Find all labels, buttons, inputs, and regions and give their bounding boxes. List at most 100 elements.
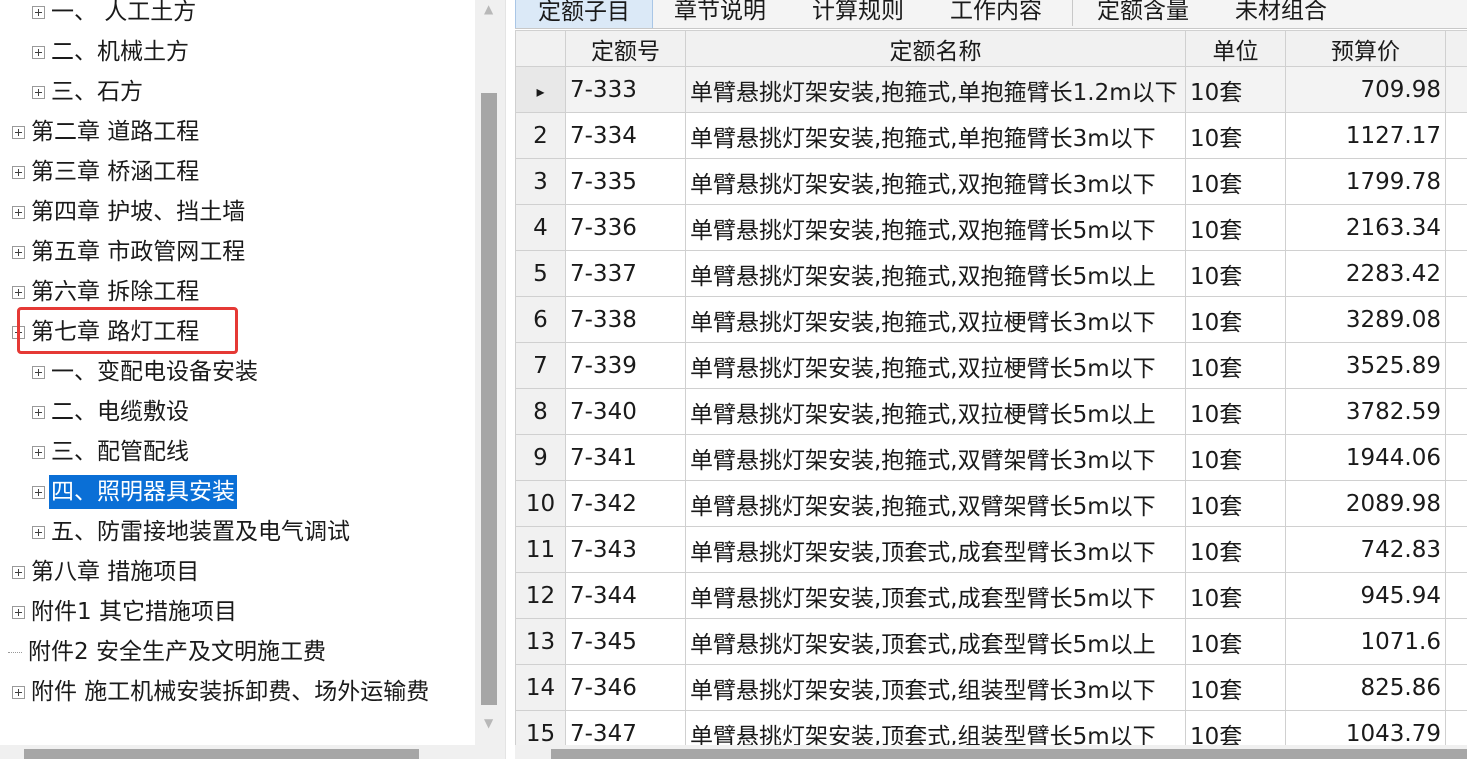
quota-code-cell[interactable]: 7-344 bbox=[565, 572, 686, 619]
tree-item[interactable]: 第四章 护坡、挡土墙 bbox=[12, 192, 247, 232]
tree-item[interactable]: 一、变配电设备安装 bbox=[32, 352, 260, 392]
quota-code-cell[interactable]: 7-343 bbox=[565, 526, 686, 573]
expand-icon[interactable] bbox=[32, 525, 45, 539]
tree-item[interactable]: 二、机械土方 bbox=[32, 32, 191, 72]
quota-code-cell[interactable]: 7-338 bbox=[565, 296, 686, 343]
table-row[interactable]: 3 7-335 单臂悬挑灯架安装,抱箍式,双抱箍臂长3m以下 10套 1799.78 bbox=[515, 158, 1467, 205]
quota-name-cell[interactable]: 单臂悬挑灯架安装,顶套式,组装型臂长5m以下 bbox=[685, 710, 1186, 745]
tree-item[interactable]: 二、电缆敷设 bbox=[32, 392, 191, 432]
price-cell[interactable]: 3782.59 bbox=[1285, 388, 1446, 435]
unit-cell[interactable]: 10套 bbox=[1185, 480, 1286, 527]
expand-icon[interactable] bbox=[12, 285, 25, 299]
table-hscroll-thumb[interactable] bbox=[551, 749, 1467, 759]
tree-scroll-thumb[interactable] bbox=[481, 93, 497, 705]
expand-icon[interactable] bbox=[32, 445, 45, 459]
tree-item[interactable]: 附件1 其它措施项目 bbox=[12, 592, 239, 632]
quota-code-cell[interactable]: 7-341 bbox=[565, 434, 686, 481]
price-cell[interactable]: 2283.42 bbox=[1285, 250, 1446, 297]
price-cell[interactable]: 1944.06 bbox=[1285, 434, 1446, 481]
expand-icon[interactable] bbox=[12, 125, 25, 139]
expand-icon[interactable] bbox=[12, 565, 25, 579]
tree-vertical-scrollbar[interactable]: ▲ ▼ bbox=[475, 0, 505, 745]
table-row[interactable]: 10 7-342 单臂悬挑灯架安装,抱箍式,双臂架臂长5m以下 10套 2089.98 bbox=[515, 480, 1467, 527]
quota-name-cell[interactable]: 单臂悬挑灯架安装,抱箍式,双抱箍臂长5m以上 bbox=[685, 250, 1186, 297]
expand-icon[interactable] bbox=[12, 605, 25, 619]
unit-cell[interactable]: 10套 bbox=[1185, 572, 1286, 619]
expand-icon[interactable] bbox=[12, 685, 25, 699]
quota-name-cell[interactable]: 单臂悬挑灯架安装,抱箍式,双拉梗臂长3m以下 bbox=[685, 296, 1186, 343]
col-header-code[interactable]: 定额号 bbox=[565, 30, 686, 67]
quota-table[interactable]: 定额号 定额名称 单位 预算价 ▸ 7-333 单臂悬挑灯架安装,抱箍式,单抱箍臂长… bbox=[515, 30, 1467, 745]
tree-item[interactable]: 第三章 桥涵工程 bbox=[12, 152, 201, 192]
expand-icon[interactable] bbox=[12, 205, 25, 219]
price-cell[interactable]: 1127.17 bbox=[1285, 112, 1446, 159]
tree-horizontal-scrollbar[interactable] bbox=[0, 745, 505, 759]
price-cell[interactable]: 1043.79 bbox=[1285, 710, 1446, 745]
unit-cell[interactable]: 10套 bbox=[1185, 710, 1286, 745]
price-cell[interactable]: 2089.98 bbox=[1285, 480, 1446, 527]
table-row[interactable]: 13 7-345 单臂悬挑灯架安装,顶套式,成套型臂长5m以上 10套 1071.6 bbox=[515, 618, 1467, 665]
unit-cell[interactable]: 10套 bbox=[1185, 204, 1286, 251]
table-row[interactable]: 4 7-336 单臂悬挑灯架安装,抱箍式,双抱箍臂长5m以下 10套 2163.34 bbox=[515, 204, 1467, 251]
price-cell[interactable]: 1071.6 bbox=[1285, 618, 1446, 665]
quota-name-cell[interactable]: 单臂悬挑灯架安装,抱箍式,双抱箍臂长3m以下 bbox=[685, 158, 1186, 205]
unit-cell[interactable]: 10套 bbox=[1185, 112, 1286, 159]
tree-item[interactable]: 三、石方 bbox=[32, 72, 145, 112]
expand-icon[interactable] bbox=[12, 165, 25, 179]
quota-code-cell[interactable]: 7-346 bbox=[565, 664, 686, 711]
quota-name-cell[interactable]: 单臂悬挑灯架安装,抱箍式,单抱箍臂长3m以下 bbox=[685, 112, 1186, 159]
row-number[interactable]: 3 bbox=[515, 158, 566, 205]
quota-name-cell[interactable]: 单臂悬挑灯架安装,抱箍式,双拉梗臂长5m以下 bbox=[685, 342, 1186, 389]
collapse-icon[interactable] bbox=[12, 325, 25, 339]
scroll-up-icon[interactable]: ▲ bbox=[484, 2, 493, 16]
tree-item[interactable]: 第八章 措施项目 bbox=[12, 552, 201, 592]
tree-item[interactable]: 附件2 安全生产及文明施工费 bbox=[8, 632, 328, 672]
row-number[interactable]: ▸ bbox=[515, 66, 566, 113]
unit-cell[interactable]: 10套 bbox=[1185, 526, 1286, 573]
quota-code-cell[interactable]: 7-345 bbox=[565, 618, 686, 665]
quota-name-cell[interactable]: 单臂悬挑灯架安装,抱箍式,单抱箍臂长1.2m以下 bbox=[685, 66, 1186, 113]
quota-code-cell[interactable]: 7-336 bbox=[565, 204, 686, 251]
table-row[interactable]: 8 7-340 单臂悬挑灯架安装,抱箍式,双拉梗臂长5m以上 10套 3782.59 bbox=[515, 388, 1467, 435]
expand-icon[interactable] bbox=[32, 5, 45, 19]
price-cell[interactable]: 2163.34 bbox=[1285, 204, 1446, 251]
unit-cell[interactable]: 10套 bbox=[1185, 158, 1286, 205]
row-number[interactable]: 5 bbox=[515, 250, 566, 297]
table-row[interactable]: 2 7-334 单臂悬挑灯架安装,抱箍式,单抱箍臂长3m以下 10套 1127.17 bbox=[515, 112, 1467, 159]
tab-work-content[interactable]: 工作内容 bbox=[941, 0, 1051, 28]
unit-cell[interactable]: 10套 bbox=[1185, 434, 1286, 481]
tree-hscroll-thumb[interactable] bbox=[24, 749, 419, 759]
table-row[interactable]: 14 7-346 单臂悬挑灯架安装,顶套式,组装型臂长3m以下 10套 825.86 bbox=[515, 664, 1467, 711]
quota-name-cell[interactable]: 单臂悬挑灯架安装,抱箍式,双臂架臂长3m以下 bbox=[685, 434, 1186, 481]
row-number[interactable]: 6 bbox=[515, 296, 566, 343]
quota-name-cell[interactable]: 单臂悬挑灯架安装,顶套式,成套型臂长3m以下 bbox=[685, 526, 1186, 573]
tree-item[interactable]: 四、照明器具安装 bbox=[32, 472, 237, 512]
price-cell[interactable]: 709.98 bbox=[1285, 66, 1446, 113]
expand-icon[interactable] bbox=[32, 405, 45, 419]
quota-code-cell[interactable]: 7-342 bbox=[565, 480, 686, 527]
expand-icon[interactable] bbox=[32, 365, 45, 379]
quota-code-cell[interactable]: 7-340 bbox=[565, 388, 686, 435]
quota-name-cell[interactable]: 单臂悬挑灯架安装,顶套式,组装型臂长3m以下 bbox=[685, 664, 1186, 711]
quota-code-cell[interactable]: 7-337 bbox=[565, 250, 686, 297]
tree-item[interactable]: 附件 施工机械安装拆卸费、场外运输费 bbox=[12, 672, 431, 712]
unit-cell[interactable]: 10套 bbox=[1185, 618, 1286, 665]
tree-item[interactable]: 第七章 路灯工程 bbox=[12, 312, 201, 352]
col-header-name[interactable]: 定额名称 bbox=[685, 30, 1186, 67]
table-row[interactable]: 6 7-338 单臂悬挑灯架安装,抱箍式,双拉梗臂长3m以下 10套 3289.08 bbox=[515, 296, 1467, 343]
row-number[interactable]: 13 bbox=[515, 618, 566, 665]
price-cell[interactable]: 825.86 bbox=[1285, 664, 1446, 711]
quota-name-cell[interactable]: 单臂悬挑灯架安装,顶套式,成套型臂长5m以下 bbox=[685, 572, 1186, 619]
table-row[interactable]: 5 7-337 单臂悬挑灯架安装,抱箍式,双抱箍臂长5m以上 10套 2283.42 bbox=[515, 250, 1467, 297]
row-number[interactable]: 10 bbox=[515, 480, 566, 527]
col-header-price[interactable]: 预算价 bbox=[1285, 30, 1446, 67]
quota-code-cell[interactable]: 7-347 bbox=[565, 710, 686, 745]
quota-code-cell[interactable]: 7-339 bbox=[565, 342, 686, 389]
price-cell[interactable]: 742.83 bbox=[1285, 526, 1446, 573]
scroll-down-icon[interactable]: ▼ bbox=[484, 716, 493, 730]
unit-cell[interactable]: 10套 bbox=[1185, 664, 1286, 711]
table-horizontal-scrollbar[interactable] bbox=[515, 745, 1467, 759]
row-number[interactable]: 7 bbox=[515, 342, 566, 389]
unit-cell[interactable]: 10套 bbox=[1185, 296, 1286, 343]
tree-item[interactable]: 一、 人工土方 bbox=[32, 0, 198, 32]
